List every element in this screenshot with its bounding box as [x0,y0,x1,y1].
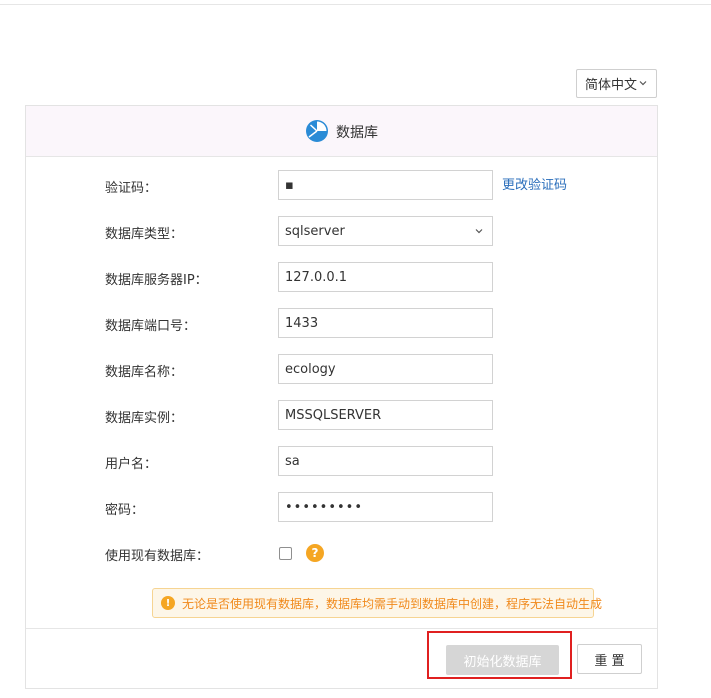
port-input[interactable] [278,308,493,338]
password-input[interactable] [278,492,493,522]
db-type-value: sqlserver [285,223,345,239]
chevron-down-icon [639,81,647,86]
instance-input[interactable] [278,400,493,430]
warning-text: 无论是否使用现有数据库，数据库均需手动到数据库中创建，程序无法自动生成 [182,596,603,611]
panel-header: 数据库 [26,106,657,157]
server-ip-input[interactable] [278,262,493,292]
use-existing-label: 使用现有数据库： [105,549,210,564]
captcha-input[interactable] [278,170,493,200]
use-existing-checkbox[interactable] [279,547,292,560]
username-label: 用户名： [105,457,158,472]
username-input[interactable] [278,446,493,476]
instance-label: 数据库实例： [105,411,184,426]
port-label: 数据库端口号： [105,319,197,334]
language-select[interactable]: 简体中文 [576,69,657,98]
panel-title: 数据库 [336,125,378,141]
init-database-button[interactable]: 初始化数据库 [446,645,559,675]
exclamation-icon: ! [161,596,175,610]
question-icon-glyph: ? [311,546,319,560]
chevron-down-icon [475,229,483,234]
pie-chart-logo-icon [306,120,328,142]
exclamation-icon-glyph: ! [165,597,171,609]
top-divider [0,4,711,5]
db-type-label: 数据库类型： [105,227,184,242]
database-config-panel: 数据库 验证码： 更改验证码 数据库类型： sqlserver 数据库服务器IP… [25,105,658,689]
db-type-select[interactable]: sqlserver [278,216,493,246]
reset-button[interactable]: 重 置 [577,644,642,674]
footer-divider [26,628,657,629]
db-name-input[interactable] [278,354,493,384]
refresh-captcha-link[interactable]: 更改验证码 [502,174,567,193]
language-select-value: 简体中文 [585,78,638,93]
question-icon[interactable]: ? [306,544,324,562]
password-label: 密码： [105,503,145,518]
captcha-label: 验证码： [105,181,158,196]
warning-banner: ! 无论是否使用现有数据库，数据库均需手动到数据库中创建，程序无法自动生成 [152,588,602,618]
db-name-label: 数据库名称： [105,365,184,380]
server-ip-label: 数据库服务器IP： [105,273,208,288]
